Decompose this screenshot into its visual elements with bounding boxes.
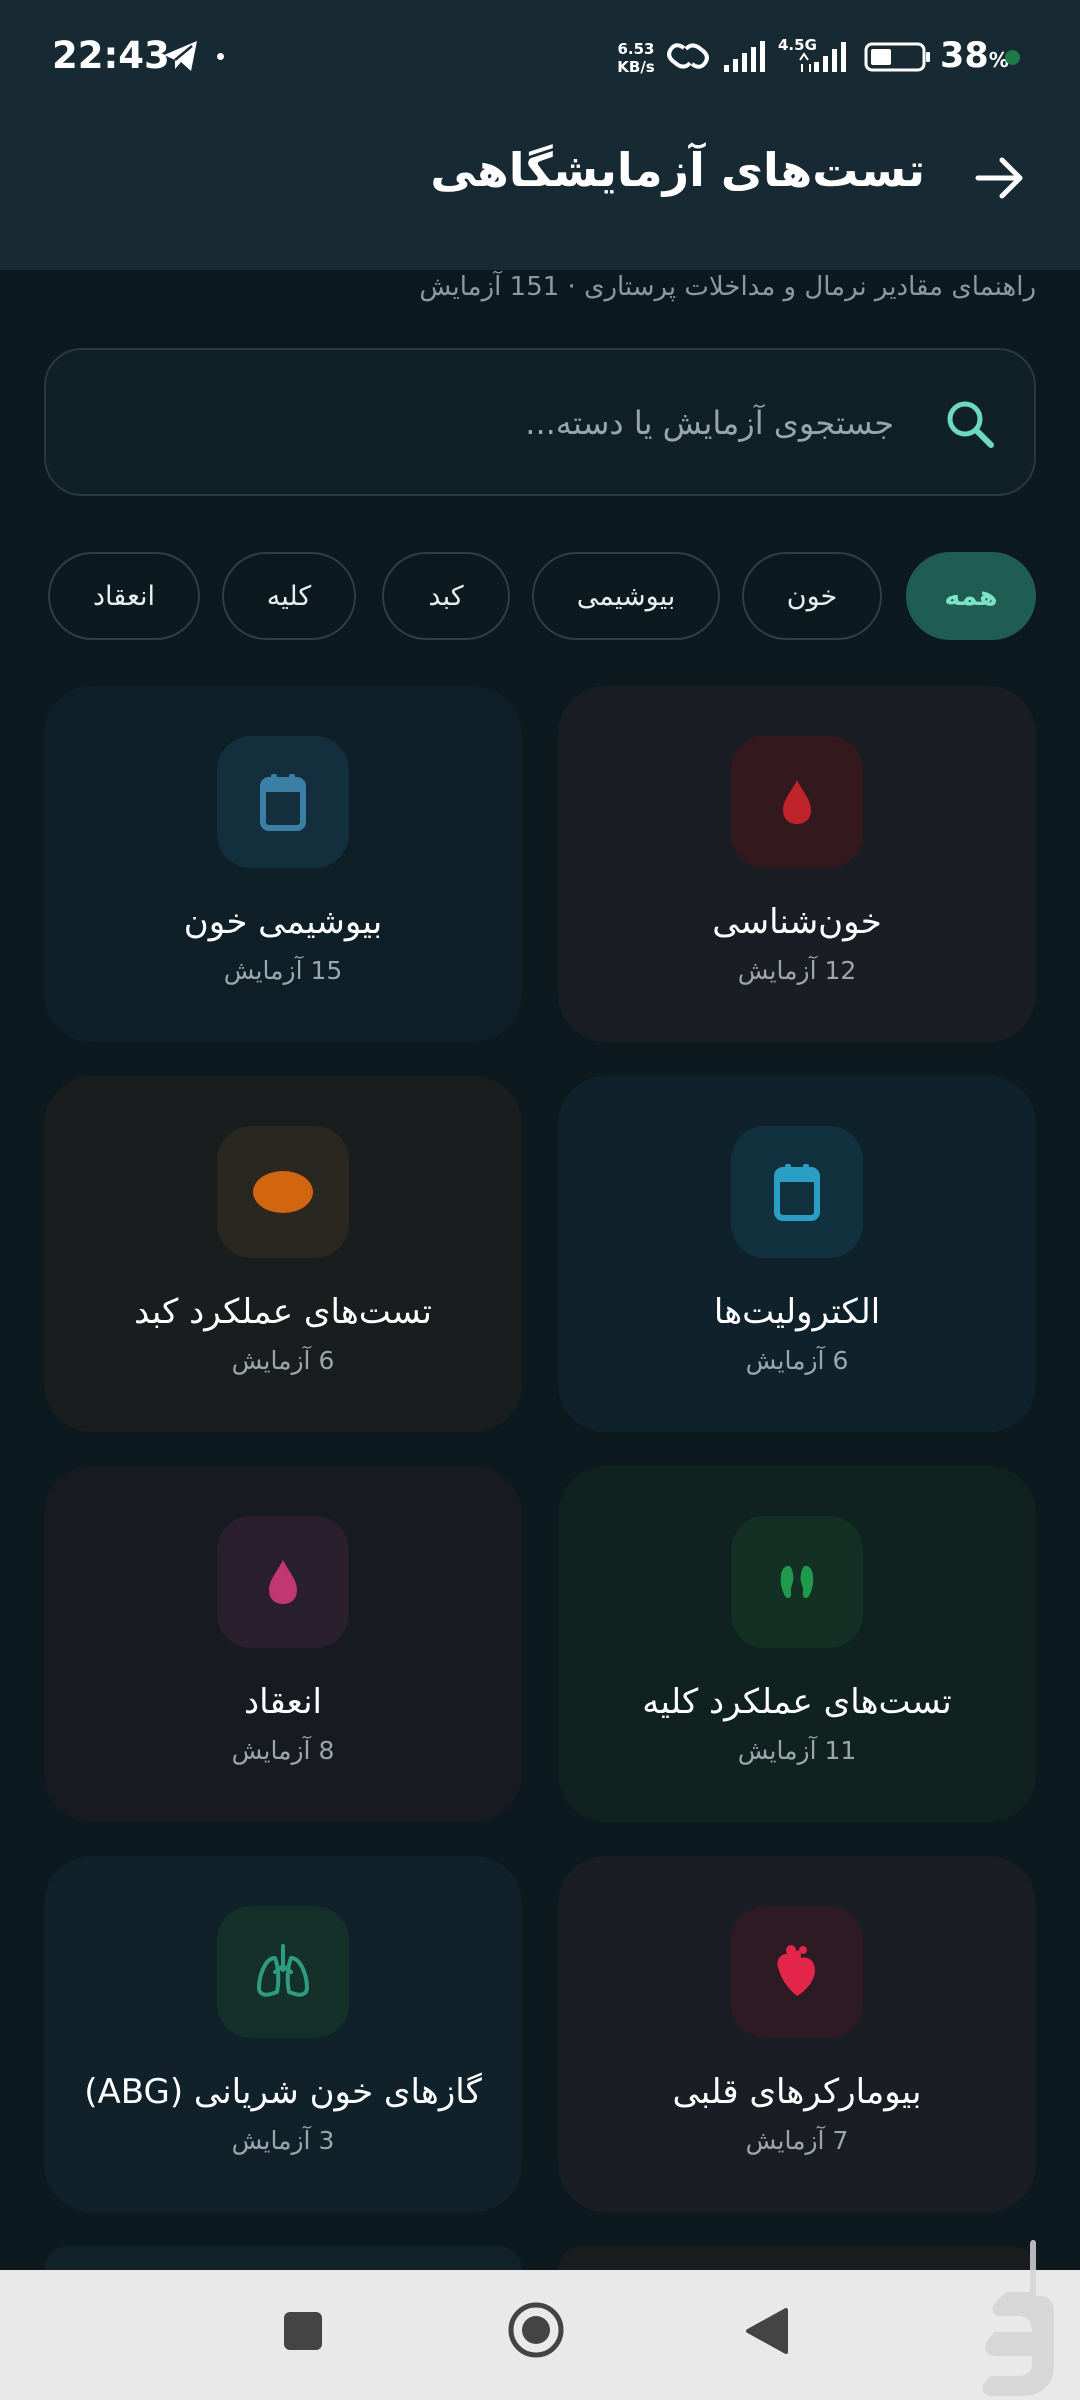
filter-chip-label: بیوشیمی: [576, 580, 676, 612]
category-card-coagulation[interactable]: انعقاد 8 آزمایش: [44, 1466, 522, 1822]
heart-icon: [777, 1945, 815, 1996]
status-time: 22:43: [52, 34, 170, 77]
category-icon-bg: [217, 1906, 349, 2038]
category-name: بیوشیمی خون: [183, 902, 383, 942]
category-card-liver-function[interactable]: تست‌های عملکرد کبد 6 آزمایش: [44, 1076, 522, 1432]
category-count: 8 آزمایش: [231, 1736, 335, 1765]
category-icon-bg: [217, 1126, 349, 1258]
category-icon-bg: [731, 1906, 863, 2038]
privacy-indicator-dot: [1005, 50, 1020, 65]
category-card-hematology[interactable]: خون‌شناسی 12 آزمایش: [558, 686, 1036, 1042]
page-subtitle: راهنمای مقادیر نرمال و مداخلات پرستاری ·…: [419, 272, 1036, 302]
category-count: 15 آزمایش: [223, 956, 343, 985]
battery-percent-value: 38: [940, 36, 989, 76]
lungs-icon: [257, 1944, 309, 1997]
category-count: 7 آزمایش: [745, 2126, 849, 2155]
arrow-right-icon[interactable]: [972, 150, 1028, 206]
signal-icon: [799, 42, 846, 72]
dot-icon: [217, 53, 224, 60]
filter-chip-blood[interactable]: خون: [742, 552, 882, 640]
net-speed-unit: KB/s: [617, 58, 655, 76]
category-card-kidney-function[interactable]: تست‌های عملکرد کلیه 11 آزمایش: [558, 1466, 1036, 1822]
signal-icon: [724, 41, 765, 72]
watermark-logo-icon: [982, 2239, 1054, 2396]
category-card-partial[interactable]: [558, 2246, 1036, 2270]
net-speed: 6.53 KB/s: [612, 40, 660, 76]
link-icon: [667, 43, 709, 69]
liver-icon: [253, 1171, 313, 1213]
filter-chip-label: انعقاد: [93, 580, 155, 612]
home-circle-icon[interactable]: [506, 2300, 566, 2360]
category-name: تست‌های عملکرد کبد: [134, 1292, 432, 1332]
page-title: تست‌های آزمایشگاهی: [430, 143, 925, 197]
back-triangle-icon[interactable]: [744, 2306, 790, 2356]
category-card-biochemistry[interactable]: بیوشیمی خون 15 آزمایش: [44, 686, 522, 1042]
category-card-cardiac-biomarkers[interactable]: بیومارکرهای قلبی 7 آزمایش: [558, 1856, 1036, 2212]
filter-chip-all[interactable]: همه: [906, 552, 1036, 640]
filter-chip-liver[interactable]: کبد: [382, 552, 510, 640]
drop-icon: [269, 1560, 297, 1604]
filter-chip-kidney[interactable]: کلیه: [222, 552, 356, 640]
filter-chips: همه خون بیوشیمی کبد کلیه انعقاد: [44, 552, 1036, 642]
filter-chip-label: کبد: [428, 580, 464, 612]
filter-chip-biochemistry[interactable]: بیوشیمی: [532, 552, 720, 640]
battery-icon: [864, 42, 930, 72]
filter-chip-label: همه: [944, 580, 998, 612]
kidneys-icon: [780, 1565, 814, 1599]
category-icon-bg: [217, 736, 349, 868]
category-name: خون‌شناسی: [712, 902, 882, 942]
category-icon-bg: [731, 736, 863, 868]
category-icon-bg: [731, 1126, 863, 1258]
category-card-partial[interactable]: [44, 2246, 522, 2270]
system-nav-bar: [0, 2270, 1080, 2400]
category-name: بیومارکرهای قلبی: [672, 2072, 922, 2112]
category-name: انعقاد: [243, 1682, 322, 1722]
filter-chip-coagulation[interactable]: انعقاد: [48, 552, 200, 640]
category-count: 6 آزمایش: [745, 1346, 849, 1375]
net-speed-value: 6.53: [617, 40, 655, 58]
category-icon-bg: [217, 1516, 349, 1648]
category-count: 11 آزمایش: [737, 1736, 857, 1765]
category-count: 6 آزمایش: [231, 1346, 335, 1375]
category-name: تست‌های عملکرد کلیه: [642, 1682, 952, 1722]
category-name: گازهای خون شریانی (ABG): [84, 2072, 482, 2112]
blood-drop-icon: [783, 780, 811, 824]
category-card-abg[interactable]: گازهای خون شریانی (ABG) 3 آزمایش: [44, 1856, 522, 2212]
battery-percent: 38%: [940, 36, 1009, 76]
calendar-icon: [774, 1164, 820, 1221]
category-count: 12 آزمایش: [737, 956, 857, 985]
search-box[interactable]: [44, 348, 1036, 496]
recents-square-icon[interactable]: [282, 2310, 324, 2352]
category-card-electrolytes[interactable]: الکترولیت‌ها 6 آزمایش: [558, 1076, 1036, 1432]
category-name: الکترولیت‌ها: [713, 1292, 881, 1332]
filter-chip-label: خون: [786, 580, 838, 612]
calendar-icon: [260, 774, 306, 831]
search-input[interactable]: [174, 390, 894, 456]
status-bar: 22:43 6.53 KB/s 4.5G 38%: [0, 0, 1080, 118]
category-icon-bg: [731, 1516, 863, 1648]
category-count: 3 آزمایش: [231, 2126, 335, 2155]
telegram-icon: [164, 41, 197, 71]
filter-chip-label: کلیه: [266, 580, 312, 612]
app-header: 22:43 6.53 KB/s 4.5G: [0, 0, 1080, 270]
search-icon[interactable]: [944, 398, 996, 450]
